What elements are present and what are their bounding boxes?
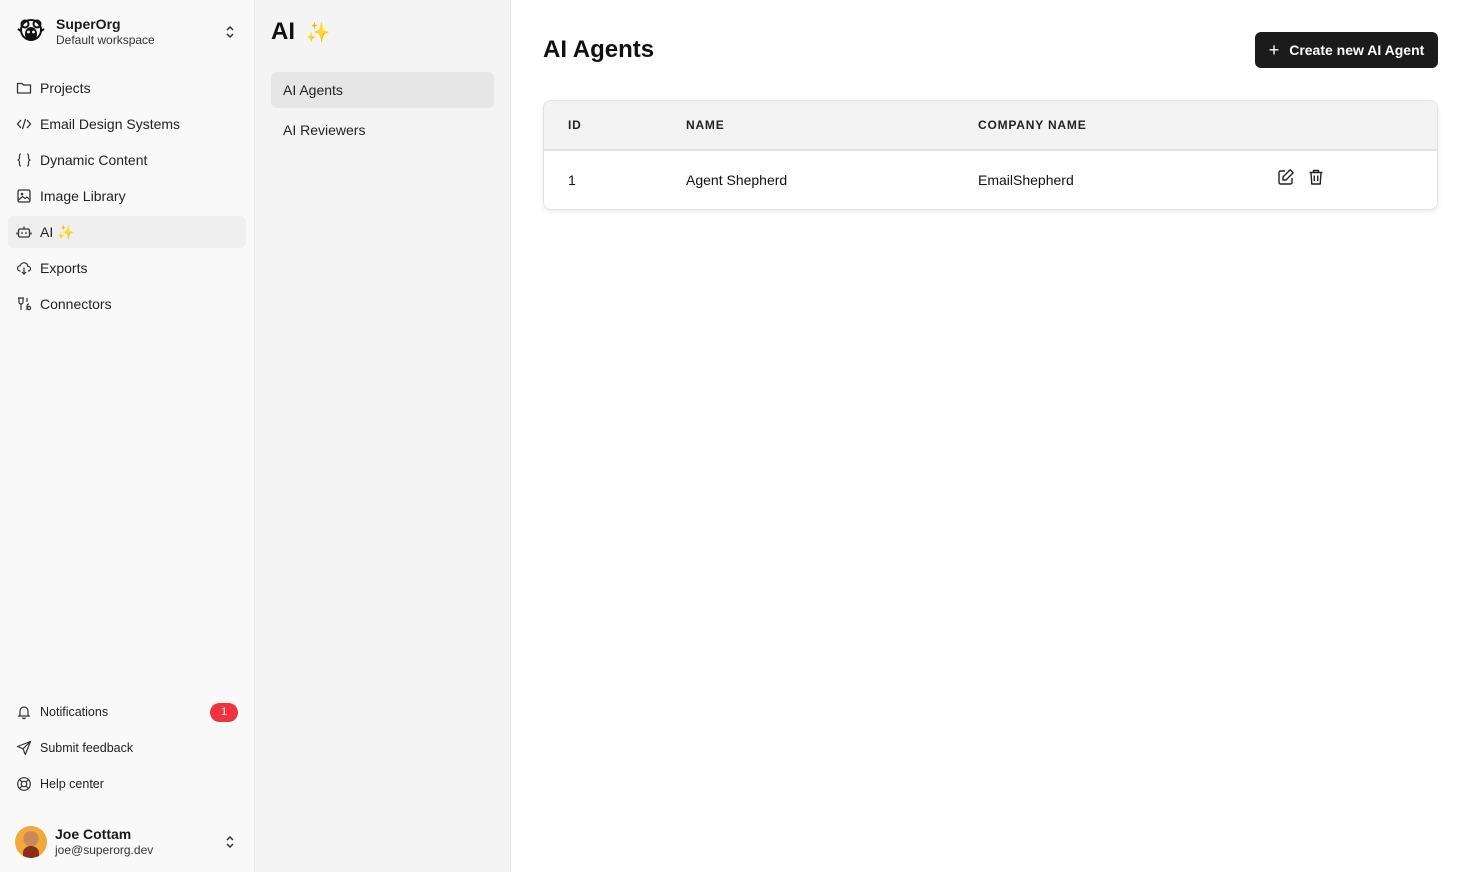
main-nav: Projects Email Design Systems Dynamic Co… — [8, 72, 246, 324]
code-icon — [16, 116, 32, 132]
user-email: joe@superorg.dev — [55, 843, 154, 857]
create-ai-agent-button[interactable]: + Create new AI Agent — [1255, 32, 1438, 68]
image-icon — [16, 188, 32, 204]
org-name: SuperOrg — [56, 16, 121, 32]
edit-icon[interactable] — [1277, 168, 1295, 186]
plug-icon — [16, 296, 32, 312]
subnav-item-ai-reviewers[interactable]: AI Reviewers — [271, 112, 494, 148]
user-menu[interactable]: Joe Cottam joe@superorg.dev — [8, 820, 246, 864]
nav-item-exports[interactable]: Exports — [8, 252, 246, 284]
nav-item-label: Connectors — [40, 296, 112, 312]
nav-item-label: Submit feedback — [40, 741, 134, 755]
nav-item-dynamic-content[interactable]: Dynamic Content — [8, 144, 246, 176]
nav-item-notifications[interactable]: Notifications 1 — [8, 696, 246, 728]
cell-id: 1 — [568, 172, 576, 188]
nav-item-projects[interactable]: Projects — [8, 72, 246, 104]
nav-item-label: Projects — [40, 80, 91, 96]
subpanel-title: AI ✨ — [271, 18, 331, 46]
nav-item-label: AI — [40, 224, 54, 240]
folder-icon — [16, 80, 32, 96]
table-row: 1 Agent Shepherd EmailShepherd — [544, 151, 1437, 209]
chevron-up-down-icon — [226, 835, 234, 849]
nav-item-label: Email Design Systems — [40, 116, 181, 132]
nav-item-label: Help center — [40, 777, 104, 791]
subpanel-menu: AI Agents AI Reviewers — [271, 72, 494, 152]
nav-item-label: Notifications — [40, 705, 109, 719]
page-title: AI Agents — [543, 36, 655, 63]
create-button-label: Create new AI Agent — [1289, 42, 1425, 58]
sheep-logo-icon — [17, 19, 45, 41]
subnav-item-ai-agents[interactable]: AI Agents — [271, 72, 494, 108]
robot-icon — [16, 224, 32, 240]
cloud-download-icon — [16, 260, 32, 276]
ai-subpanel: AI ✨ AI Agents AI Reviewers — [255, 0, 511, 872]
plus-icon: + — [1268, 40, 1280, 60]
nav-item-label: Image Library — [40, 188, 126, 204]
nav-item-label: Exports — [40, 260, 88, 276]
nav-item-help-center[interactable]: Help center — [8, 768, 246, 800]
bottom-nav: Notifications 1 Submit feedback Help cen… — [8, 696, 246, 804]
column-header-name: NAME — [686, 118, 725, 132]
nav-item-label: Dynamic Content — [40, 152, 148, 168]
nav-item-ai[interactable]: AI ✨ — [8, 216, 246, 248]
sparkle-icon: ✨ — [305, 22, 331, 44]
cell-name: Agent Shepherd — [686, 172, 788, 188]
nav-item-image-library[interactable]: Image Library — [8, 180, 246, 212]
sidebar: SuperOrg Default workspace Projects Emai… — [0, 0, 255, 872]
sparkle-icon: ✨ — [57, 223, 75, 240]
nav-item-connectors[interactable]: Connectors — [8, 288, 246, 320]
workspace-name: Default workspace — [56, 33, 155, 47]
subpanel-title-text: AI — [271, 18, 295, 45]
column-header-company-name: COMPANY NAME — [978, 118, 1087, 132]
main-content: AI Agents + Create new AI Agent ID NAME … — [511, 0, 1469, 872]
cell-company-name: EmailShepherd — [978, 172, 1074, 188]
agents-table: ID NAME COMPANY NAME 1 Agent Shepherd Em… — [543, 100, 1438, 210]
table-header: ID NAME COMPANY NAME — [544, 101, 1437, 151]
chevron-up-down-icon — [226, 25, 234, 39]
column-header-id: ID — [568, 118, 582, 132]
life-buoy-icon — [16, 776, 32, 792]
nav-item-submit-feedback[interactable]: Submit feedback — [8, 732, 246, 764]
avatar — [15, 826, 47, 858]
row-actions — [1277, 168, 1325, 186]
org-switcher[interactable]: SuperOrg Default workspace — [8, 8, 246, 56]
notification-count-badge: 1 — [210, 702, 238, 722]
nav-item-email-design-systems[interactable]: Email Design Systems — [8, 108, 246, 140]
send-icon — [16, 740, 32, 756]
bell-icon — [16, 704, 32, 720]
trash-icon[interactable] — [1307, 168, 1325, 186]
user-name: Joe Cottam — [55, 826, 132, 842]
braces-icon — [16, 152, 32, 168]
